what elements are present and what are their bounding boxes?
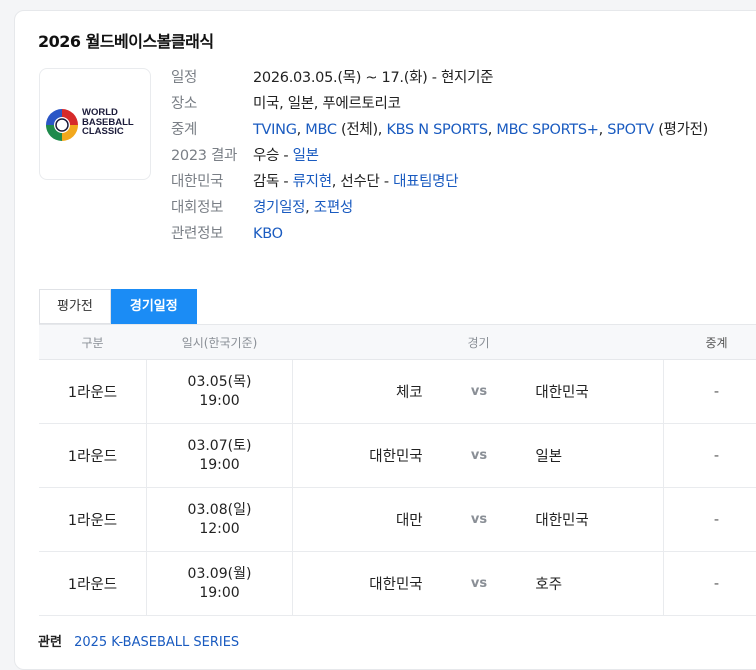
- table-header: 구분 일시(한국기준) 경기 중계: [39, 324, 756, 360]
- round-cell: 1라운드: [67, 577, 118, 593]
- event-card: 2026 월드베이스볼클래식 WORLD BASEBALL CLASSIC 일정…: [14, 10, 756, 670]
- match-cell: 체코 vs 대한민국: [293, 359, 664, 424]
- info-row-venue: 장소 미국, 일본, 푸에르토리코: [171, 91, 731, 117]
- info-label: 장소: [171, 96, 198, 112]
- baseball-swirl-icon: [46, 109, 78, 141]
- info-label: 2023 결과: [171, 148, 238, 164]
- related-label: 관련: [38, 635, 62, 650]
- round-cell: 1라운드: [67, 449, 118, 465]
- schedule-tabs: 평가전 경기일정: [39, 289, 197, 324]
- datetime-cell: 03.09(월) 19:00: [146, 551, 293, 616]
- schedule-table: 구분 일시(한국기준) 경기 중계 1라운드 03.05(목) 19:00 체코 v…: [39, 324, 756, 616]
- table-row[interactable]: 1라운드 03.09(월) 19:00 대한민국 vs 호주 -: [39, 551, 756, 616]
- round-cell: 1라운드: [67, 513, 118, 529]
- link-mbc-sports-plus[interactable]: MBC SPORTS+: [496, 122, 599, 138]
- match-cell: 대한민국 vs 일본: [293, 423, 664, 488]
- info-label: 대한민국: [171, 174, 224, 190]
- datetime-cell: 03.08(일) 12:00: [146, 487, 293, 552]
- header-broadcast: 중계: [705, 335, 728, 350]
- info-row-result: 2023 결과 우승 - 일본: [171, 143, 731, 169]
- link-japan[interactable]: 일본: [293, 148, 319, 164]
- link-game-schedule[interactable]: 경기일정: [253, 200, 305, 216]
- info-row-related: 관련정보 KBO: [171, 221, 731, 247]
- header-round: 구분: [81, 335, 104, 350]
- vs-label: vs: [470, 576, 488, 591]
- info-row-korea: 대한민국 감독 - 류지현, 선수단 - 대표팀명단: [171, 169, 731, 195]
- info-value: 미국, 일본, 푸에르토리코: [253, 96, 401, 112]
- datetime-cell: 03.07(토) 19:00: [146, 423, 293, 488]
- link-spotv[interactable]: SPOTV: [607, 122, 654, 138]
- link-kbsn-sports[interactable]: KBS N SPORTS: [386, 122, 488, 138]
- link-groups[interactable]: 조편성: [314, 200, 353, 216]
- vs-label: vs: [470, 512, 488, 527]
- away-team[interactable]: 호주: [535, 573, 663, 594]
- info-row-broadcast: 중계 TVING, MBC (전체), KBS N SPORTS, MBC SP…: [171, 117, 731, 143]
- away-team[interactable]: 대한민국: [535, 509, 663, 530]
- broadcast-cell: -: [713, 447, 720, 464]
- home-team[interactable]: 체코: [293, 381, 423, 402]
- table-row[interactable]: 1라운드 03.05(목) 19:00 체코 vs 대한민국 -: [39, 359, 756, 424]
- datetime-cell: 03.05(목) 19:00: [146, 359, 293, 424]
- table-row[interactable]: 1라운드 03.08(일) 12:00 대만 vs 대한민국 -: [39, 487, 756, 552]
- tab-exhibition[interactable]: 평가전: [39, 289, 111, 324]
- home-team[interactable]: 대만: [293, 509, 423, 530]
- tab-game-schedule[interactable]: 경기일정: [110, 289, 197, 324]
- event-info: 일정 2026.03.05.(목) ~ 17.(화) - 현지기준 장소 미국,…: [171, 65, 731, 247]
- info-value: TVING, MBC (전체), KBS N SPORTS, MBC SPORT…: [253, 122, 709, 138]
- link-kbo[interactable]: KBO: [253, 226, 283, 242]
- broadcast-cell: -: [713, 575, 720, 592]
- info-value: 2026.03.05.(목) ~ 17.(화) - 현지기준: [253, 70, 494, 86]
- round-cell: 1라운드: [67, 385, 118, 401]
- event-title[interactable]: 2026 월드베이스볼클래식: [38, 28, 214, 52]
- info-label: 관련정보: [171, 226, 224, 242]
- broadcast-cell: -: [713, 383, 720, 400]
- home-team[interactable]: 대한민국: [293, 445, 422, 466]
- info-row-tournament: 대회정보 경기일정, 조편성: [171, 195, 731, 221]
- logo-wordmark: WORLD BASEBALL CLASSIC: [82, 107, 134, 137]
- info-label: 일정: [171, 70, 198, 86]
- away-team[interactable]: 일본: [535, 445, 663, 466]
- link-tving[interactable]: TVING: [253, 122, 297, 138]
- link-mbc[interactable]: MBC: [305, 122, 337, 138]
- info-value: 감독 - 류지현, 선수단 - 대표팀명단: [253, 174, 459, 190]
- home-team[interactable]: 대한민국: [293, 573, 422, 594]
- info-label: 중계: [171, 122, 198, 138]
- wbc-logo[interactable]: WORLD BASEBALL CLASSIC: [39, 68, 151, 180]
- info-value: 경기일정, 조편성: [253, 200, 353, 216]
- away-team[interactable]: 대한민국: [535, 381, 663, 402]
- link-coach[interactable]: 류지현: [293, 174, 332, 190]
- info-value: 우승 - 일본: [253, 148, 319, 164]
- info-row-schedule: 일정 2026.03.05.(목) ~ 17.(화) - 현지기준: [171, 65, 731, 91]
- vs-label: vs: [470, 384, 488, 399]
- table-row[interactable]: 1라운드 03.07(토) 19:00 대한민국 vs 일본 -: [39, 423, 756, 488]
- info-label: 대회정보: [171, 200, 224, 216]
- header-datetime: 일시(한국기준): [181, 335, 258, 350]
- info-value: KBO: [253, 221, 731, 247]
- vs-label: vs: [470, 448, 488, 463]
- related-footer: 관련 2025 K-BASEBALL SERIES: [38, 631, 239, 650]
- match-cell: 대만 vs 대한민국: [293, 487, 664, 552]
- link-roster[interactable]: 대표팀명단: [393, 174, 459, 190]
- broadcast-cell: -: [713, 511, 720, 528]
- match-cell: 대한민국 vs 호주: [293, 551, 664, 616]
- header-match: 경기: [467, 335, 490, 350]
- related-link[interactable]: 2025 K-BASEBALL SERIES: [74, 635, 239, 650]
